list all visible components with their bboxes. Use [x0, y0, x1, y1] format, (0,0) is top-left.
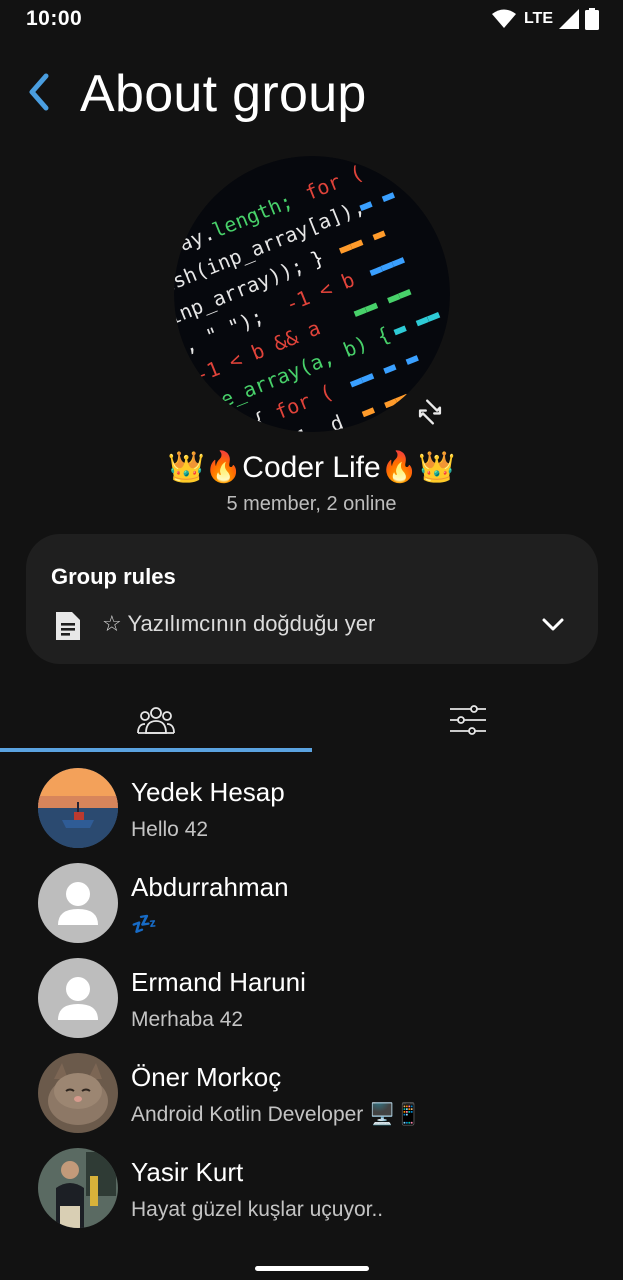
member-name: Yasir Kurt	[131, 1157, 244, 1187]
list-item[interactable]: Ermand Haruni Merhaba 42	[0, 954, 623, 1049]
member-name: Yedek Hesap	[131, 777, 285, 807]
group-avatar[interactable]: rray.length;for ( push(inp_array[a]),▬ ▬…	[174, 156, 450, 432]
group-rules-card[interactable]: Group rules ☆ Yazılımcının doğduğu yer	[26, 534, 598, 664]
avatar	[38, 768, 118, 848]
sliders-icon	[449, 705, 486, 735]
group-name-emoji-left: 👑🔥	[167, 450, 243, 485]
tab-bar	[0, 690, 623, 754]
avatar	[38, 958, 118, 1038]
selected-tab-indicator	[0, 748, 312, 752]
avatar	[38, 1148, 118, 1228]
members-info: 5 member, 2 online	[226, 493, 397, 515]
group-name-text: Coder Life	[242, 451, 381, 484]
member-status: Merhaba 42	[131, 1008, 244, 1031]
list-item[interactable]: Öner Morkoç Android Kotlin Developer 🖥️📱	[0, 1049, 623, 1144]
status-icons: LTE	[491, 8, 599, 30]
member-name: Abdurrahman	[131, 872, 289, 902]
tab-settings[interactable]	[312, 690, 623, 750]
group-avatar-container: rray. length; for ( push(inp_array[a]), ▬ ▬…	[174, 156, 450, 432]
people-group-icon	[136, 707, 175, 734]
wifi-icon	[491, 9, 516, 28]
list-item[interactable]: Abdurrahman 💤	[0, 859, 623, 954]
chevron-down-icon[interactable]	[540, 614, 566, 636]
rotate-icon[interactable]	[412, 394, 448, 430]
status-time: 10:00	[26, 7, 83, 30]
member-status: Hayat güzel kuşlar uçuyor..	[131, 1198, 384, 1221]
battery-icon	[585, 8, 599, 30]
member-status: 💤	[131, 913, 158, 936]
group-name: 👑🔥Coder Life🔥👑	[0, 450, 623, 485]
list-item[interactable]: Yedek Hesap Hello 42	[0, 764, 623, 859]
status-bar: 10:00 LTE	[0, 0, 623, 40]
rules-text: ☆ Yazılımcının doğduğu yer	[102, 611, 376, 636]
member-status: Hello 42	[131, 818, 209, 841]
page-title: About group	[80, 65, 367, 123]
network-type: LTE	[523, 10, 553, 27]
member-status: Android Kotlin Developer 🖥️📱	[131, 1103, 422, 1126]
group-name-emoji-right: 🔥👑	[380, 450, 456, 485]
rules-title: Group rules	[51, 564, 176, 589]
back-arrow-icon[interactable]	[22, 70, 56, 114]
list-item[interactable]: Yasir Kurt Hayat güzel kuşlar uçuyor..	[0, 1144, 623, 1239]
member-name: Ermand Haruni	[131, 967, 306, 997]
avatar	[38, 863, 118, 943]
member-name: Öner Morkoç	[131, 1062, 282, 1092]
document-icon	[56, 612, 80, 640]
avatar	[38, 1053, 118, 1133]
app-bar: About group	[0, 60, 623, 130]
tab-members[interactable]	[0, 690, 311, 750]
navigation-handle[interactable]	[255, 1266, 369, 1271]
cell-signal-icon	[559, 9, 579, 29]
